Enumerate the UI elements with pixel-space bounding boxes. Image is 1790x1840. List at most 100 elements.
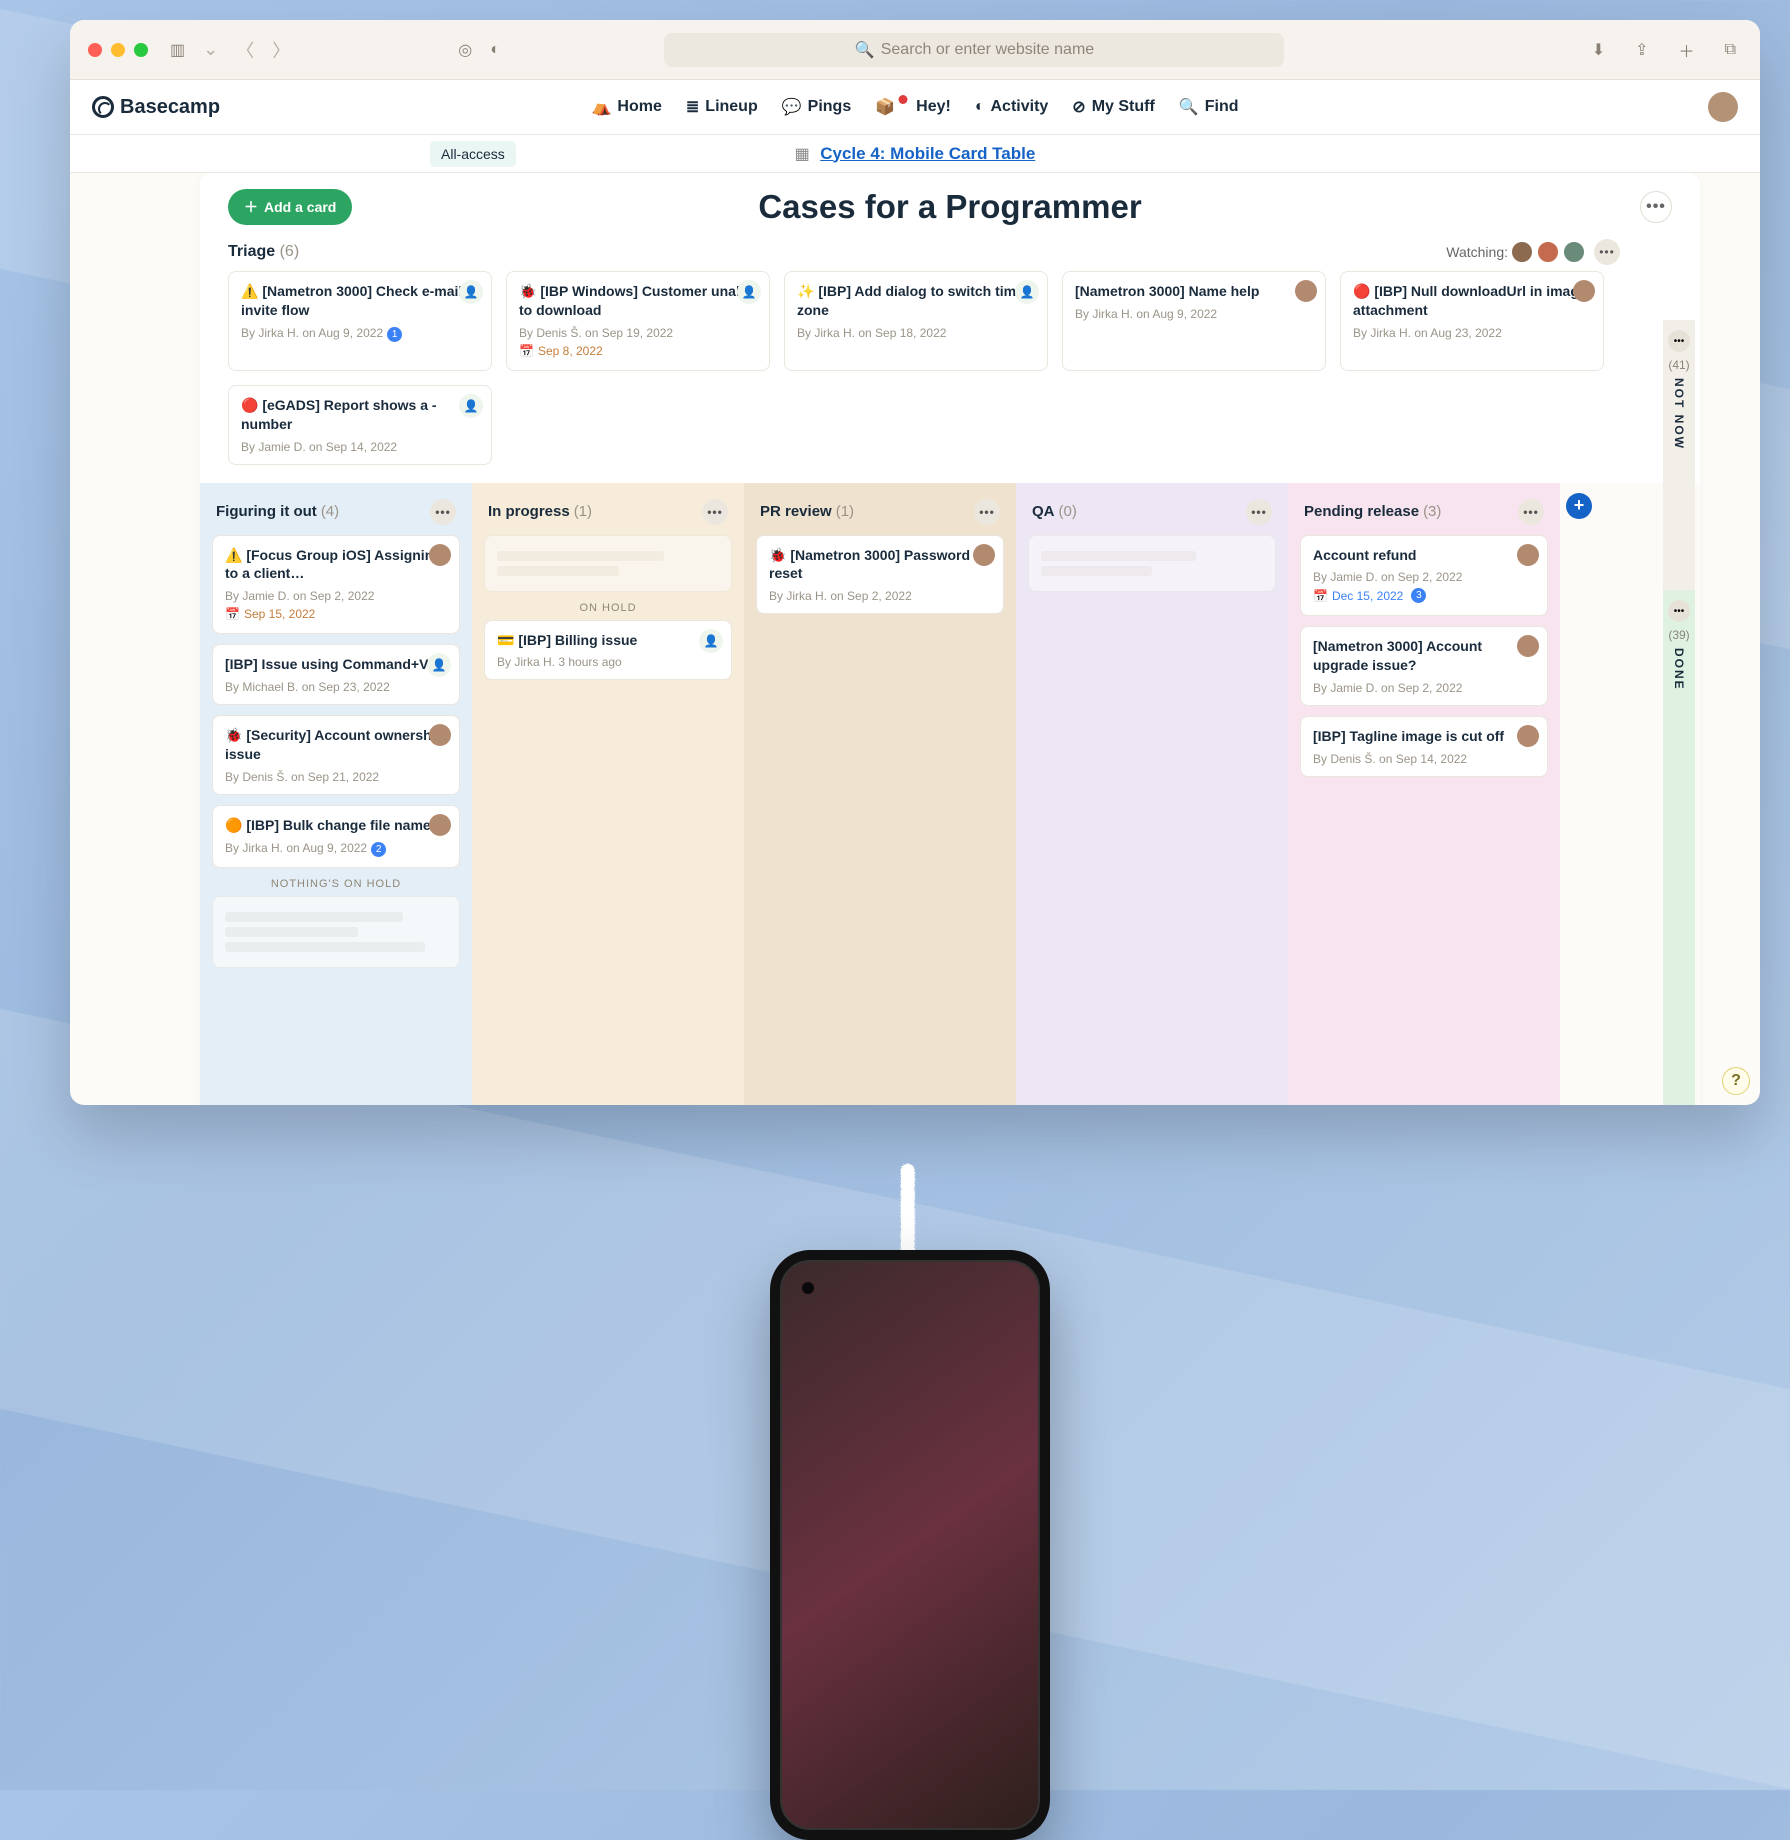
card[interactable]: ⚠️ [Nametron 3000] Check e-mail invite f… <box>228 271 492 371</box>
column-more-button[interactable]: ••• <box>974 499 1000 525</box>
assignee-placeholder-icon[interactable]: 👤 <box>459 394 483 418</box>
chevron-down-icon[interactable]: ⌄ <box>197 35 224 64</box>
add-card-button[interactable]: ＋ Add a card <box>228 189 352 225</box>
assignee-avatar[interactable] <box>1517 544 1539 566</box>
comment-count-badge: 2 <box>371 842 386 857</box>
user-avatar[interactable] <box>1708 92 1738 122</box>
tabs-icon[interactable]: ⧉ <box>1719 34 1742 66</box>
card[interactable]: 🟠 [IBP] Bulk change file names By Jirka … <box>212 805 460 868</box>
assignee-avatar[interactable] <box>1573 280 1595 302</box>
watching-label: Watching: <box>1446 244 1508 260</box>
maximize-icon[interactable] <box>134 43 148 57</box>
share-icon[interactable]: ⇪ <box>1629 34 1654 66</box>
browser-window: ▥ ⌄ 〈 〉 ◎ ◐ 🔍 Search or enter website na… <box>70 20 1760 1105</box>
placeholder-card <box>484 535 732 592</box>
strip-done[interactable]: ••• (39) DONE <box>1663 590 1695 1105</box>
help-button[interactable]: ? <box>1722 1067 1750 1095</box>
card[interactable]: [Nametron 3000] Name help By Jirka H. on… <box>1062 271 1326 371</box>
shield-icon[interactable]: ◐ <box>484 37 506 63</box>
nav-my-stuff[interactable]: ⊘My Stuff <box>1072 97 1155 117</box>
card[interactable]: 🐞 [Nametron 3000] Password reset By Jirk… <box>756 535 1004 615</box>
download-icon[interactable]: ⬇ <box>1586 34 1611 66</box>
card[interactable]: [Nametron 3000] Account upgrade issue? B… <box>1300 626 1548 706</box>
brand[interactable]: Basecamp <box>92 96 220 119</box>
card[interactable]: 🐞 [Security] Account ownership issue By … <box>212 715 460 795</box>
assignee-avatar[interactable] <box>429 544 451 566</box>
column-title: Figuring it out <box>216 503 317 520</box>
card[interactable]: ✨ [IBP] Add dialog to switch time zone B… <box>784 271 1048 371</box>
cycle-link[interactable]: ▦ Cycle 4: Mobile Card Table <box>795 144 1036 164</box>
card[interactable]: [IBP] Tagline image is cut off By Denis … <box>1300 716 1548 777</box>
assignee-avatar[interactable] <box>1517 635 1539 657</box>
card-meta: By Denis Š. on Sep 14, 2022 <box>1313 752 1535 766</box>
watcher-avatar[interactable] <box>1510 240 1534 264</box>
add-column-button[interactable]: + <box>1566 493 1592 519</box>
column-more-button[interactable]: ••• <box>430 499 456 525</box>
card[interactable]: 🔴 [IBP] Null downloadUrl in image attach… <box>1340 271 1604 371</box>
address-placeholder: Search or enter website name <box>881 41 1094 59</box>
nav-lineup[interactable]: ≣Lineup <box>686 97 758 117</box>
nav-hey[interactable]: 📦Hey! <box>875 97 951 117</box>
privacy-icon[interactable]: ◎ <box>452 36 478 64</box>
watcher-avatar[interactable] <box>1562 240 1586 264</box>
watchers-more-button[interactable]: ••• <box>1594 239 1620 265</box>
nav-pings[interactable]: 💬Pings <box>782 97 851 117</box>
card[interactable]: ⚠️ [Focus Group iOS] Assigning to a clie… <box>212 535 460 635</box>
nav-home[interactable]: ⛺Home <box>592 97 662 117</box>
card-meta: By Michael B. on Sep 23, 2022 <box>225 680 447 694</box>
strip-more-button[interactable]: ••• <box>1668 600 1690 622</box>
nav-activity[interactable]: ◐Activity <box>975 97 1048 117</box>
card[interactable]: 💳 [IBP] Billing issue By Jirka H. 3 hour… <box>484 620 732 681</box>
back-icon[interactable]: 〈 <box>230 33 260 67</box>
hey-icon: 📦 <box>875 97 895 117</box>
strip-more-button[interactable]: ••• <box>1668 330 1690 352</box>
card-title: 🐞 [IBP Windows] Customer unable to downl… <box>519 282 757 320</box>
new-tab-icon[interactable]: ＋ <box>1673 34 1701 66</box>
assignee-avatar[interactable] <box>973 544 995 566</box>
plus-icon: ＋ <box>244 197 258 217</box>
assignee-avatar[interactable] <box>1517 725 1539 747</box>
board-header: ＋ Add a card Cases for a Programmer ••• <box>200 173 1700 233</box>
assignee-placeholder-icon[interactable]: 👤 <box>699 629 723 653</box>
card[interactable]: 🔴 [eGADS] Report shows a -number By Jami… <box>228 385 492 465</box>
card-meta: By Jamie D. on Sep 2, 2022 <box>1313 570 1535 584</box>
forward-icon[interactable]: 〉 <box>266 33 296 67</box>
nav-find[interactable]: 🔍Find <box>1179 97 1239 117</box>
assignee-placeholder-icon[interactable]: 👤 <box>1015 280 1039 304</box>
column-more-button[interactable]: ••• <box>1518 499 1544 525</box>
find-icon: 🔍 <box>1179 97 1199 117</box>
browser-titlebar: ▥ ⌄ 〈 〉 ◎ ◐ 🔍 Search or enter website na… <box>70 20 1760 80</box>
sidebar-toggle-icon[interactable]: ▥ <box>164 36 191 64</box>
cycle-link-text[interactable]: Cycle 4: Mobile Card Table <box>820 144 1035 163</box>
strip-count: (41) <box>1668 358 1689 372</box>
assignee-avatar[interactable] <box>1295 280 1317 302</box>
on-hold-divider: NOTHING'S ON HOLD <box>208 878 464 890</box>
breadcrumb-bar: All-access ▦ Cycle 4: Mobile Card Table <box>70 135 1760 173</box>
page-title: Cases for a Programmer <box>758 188 1141 226</box>
on-hold-divider: ON HOLD <box>480 602 736 614</box>
assignee-placeholder-icon[interactable]: 👤 <box>737 280 761 304</box>
column-pr-review: PR review (1) ••• 🐞 [Nametron 3000] Pass… <box>744 483 1016 1105</box>
activity-icon: ◐ <box>975 98 985 116</box>
column-more-button[interactable]: ••• <box>1246 499 1272 525</box>
watcher-avatar[interactable] <box>1536 240 1560 264</box>
card-title: 🟠 [IBP] Bulk change file names <box>225 816 447 835</box>
column-count: (0) <box>1059 503 1077 520</box>
card[interactable]: 🐞 [IBP Windows] Customer unable to downl… <box>506 271 770 371</box>
assignee-placeholder-icon[interactable]: 👤 <box>459 280 483 304</box>
all-access-badge[interactable]: All-access <box>430 141 516 167</box>
card-meta: By Jirka H. on Aug 9, 2022 <box>225 841 367 855</box>
window-controls[interactable] <box>88 43 148 57</box>
minimize-icon[interactable] <box>111 43 125 57</box>
assignee-avatar[interactable] <box>429 724 451 746</box>
assignee-placeholder-icon[interactable]: 👤 <box>427 653 451 677</box>
address-bar[interactable]: 🔍 Search or enter website name <box>664 33 1284 67</box>
card[interactable]: Account refund By Jamie D. on Sep 2, 202… <box>1300 535 1548 616</box>
close-icon[interactable] <box>88 43 102 57</box>
card[interactable]: [IBP] Issue using Command+V By Michael B… <box>212 644 460 705</box>
triage-label: Triage <box>228 243 275 260</box>
board-more-button[interactable]: ••• <box>1640 191 1672 223</box>
assignee-avatar[interactable] <box>429 814 451 836</box>
strip-count: (39) <box>1668 628 1689 642</box>
column-more-button[interactable]: ••• <box>702 499 728 525</box>
